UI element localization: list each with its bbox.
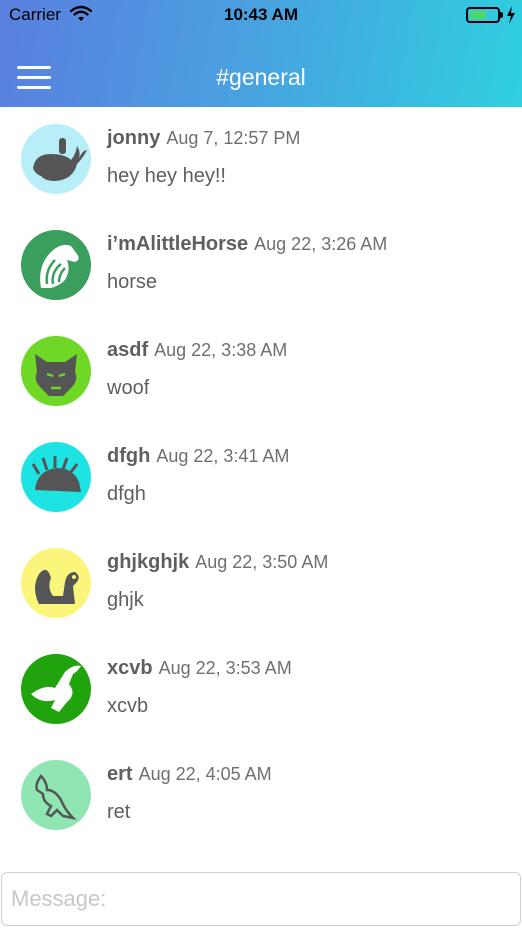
whale-icon [33,138,87,181]
message-item[interactable]: asdf Aug 22, 3:38 AM woof [0,325,522,425]
message-timestamp: Aug 22, 3:53 AM [158,658,292,678]
avatar[interactable] [21,442,91,512]
message-item[interactable]: ghjkghjk Aug 22, 3:50 AM ghjk [0,537,522,637]
avatar[interactable] [21,760,91,830]
avatar[interactable] [21,336,91,406]
wolf-icon [35,354,77,396]
message-text: horse [107,271,158,293]
message-header: i’mAlittleHorse Aug 22, 3:26 AM [107,233,387,256]
message-text: hey hey hey!! [107,165,226,187]
message-header: xcvb Aug 22, 3:53 AM [107,657,292,680]
message-text: dfgh [107,483,146,505]
kangaroo-icon [35,774,77,821]
message-header: jonny Aug 7, 12:57 PM [107,127,300,150]
message-input[interactable] [2,873,520,925]
status-time: 10:43 AM [223,5,298,24]
message-composer[interactable] [1,872,521,926]
channel-title: #general [216,64,306,90]
message-username: ghjkghjk [107,551,190,573]
message-timestamp: Aug 22, 3:50 AM [195,552,329,572]
battery-fill [470,11,486,19]
message-timestamp: Aug 22, 3:41 AM [156,446,290,466]
message-text: woof [107,377,150,399]
status-bar: Carrier 10:43 AM [0,0,522,30]
avatar[interactable] [21,548,91,618]
message-item[interactable]: xcvb Aug 22, 3:53 AM xcvb [0,643,522,743]
message-username: dfgh [107,445,151,467]
message-username: ert [107,763,133,785]
message-header: ghjkghjk Aug 22, 3:50 AM [107,551,328,574]
message-list[interactable]: jonny Aug 7, 12:57 PM hey hey hey!! i’mAlit… [0,107,522,867]
message-timestamp: Aug 22, 4:05 AM [138,764,272,784]
message-item[interactable]: ert Aug 22, 4:05 AM ret [0,749,522,849]
message-header: ert Aug 22, 4:05 AM [107,763,272,786]
horse-icon [40,244,79,288]
app-header: Carrier 10:43 AM #general [0,0,522,107]
message-timestamp: Aug 22, 3:26 AM [254,234,388,254]
message-username: xcvb [107,657,153,679]
message-timestamp: Aug 22, 3:38 AM [154,340,288,360]
message-username: i’mAlittleHorse [107,233,249,255]
message-username: jonny [107,127,161,149]
avatar[interactable] [21,230,91,300]
message-text: ghjk [107,589,144,611]
message-username: asdf [107,339,149,361]
message-text: xcvb [107,695,149,717]
message-header: dfgh Aug 22, 3:41 AM [107,445,289,468]
message-item[interactable]: jonny Aug 7, 12:57 PM hey hey hey!! [0,113,522,213]
battery-icon [466,7,500,23]
eagle-icon [31,665,81,712]
avatar[interactable] [21,654,91,724]
message-item[interactable]: dfgh Aug 22, 3:41 AM dfgh [0,431,522,531]
message-timestamp: Aug 7, 12:57 PM [166,128,301,148]
charging-bolt-icon [507,6,515,24]
avatar[interactable] [21,124,91,194]
message-text: ret [107,801,131,823]
message-item[interactable]: i’mAlittleHorse Aug 22, 3:26 AM horse [0,219,522,319]
battery-tip [500,12,503,18]
squirrel-icon [35,569,79,604]
message-header: asdf Aug 22, 3:38 AM [107,339,287,362]
porcupine-icon [31,456,81,492]
